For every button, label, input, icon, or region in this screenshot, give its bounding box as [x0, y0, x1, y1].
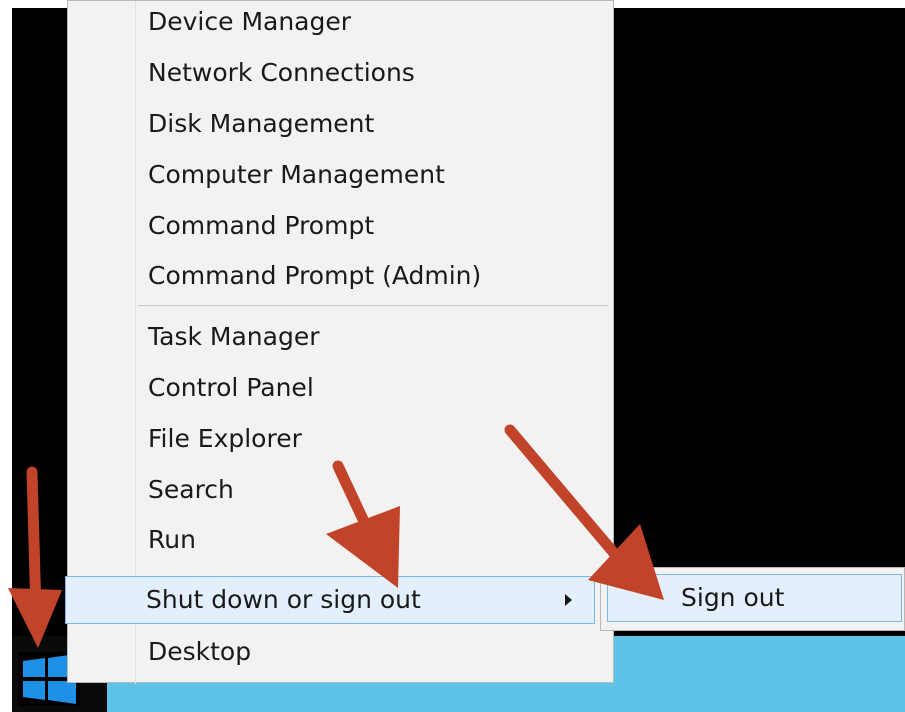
chevron-right-icon: [565, 594, 572, 606]
menu-item-computer-management[interactable]: Computer Management: [68, 151, 613, 199]
menu-item-command-prompt-admin[interactable]: Command Prompt (Admin): [68, 252, 613, 300]
submenu-item-sign-out[interactable]: Sign out: [607, 574, 902, 622]
winx-context-menu: Device Manager Network Connections Disk …: [65, 0, 614, 684]
menu-separator: [138, 305, 608, 306]
menu-item-label: Shut down or sign out: [146, 585, 421, 614]
menu-item-task-manager[interactable]: Task Manager: [68, 313, 613, 361]
menu-item-disk-management[interactable]: Disk Management: [68, 100, 613, 148]
menu-item-shut-down-or-sign-out[interactable]: Shut down or sign out: [65, 576, 595, 624]
menu-item-device-manager[interactable]: Device Manager: [68, 0, 613, 46]
shutdown-submenu: Sign out: [600, 567, 905, 631]
menu-item-search[interactable]: Search: [68, 466, 613, 514]
menu-item-network-connections[interactable]: Network Connections: [68, 49, 613, 97]
screenshot-stage: Device Manager Network Connections Disk …: [0, 0, 905, 712]
menu-item-desktop[interactable]: Desktop: [68, 628, 613, 676]
menu-item-command-prompt[interactable]: Command Prompt: [68, 202, 613, 250]
menu-item-file-explorer[interactable]: File Explorer: [68, 415, 613, 463]
menu-item-control-panel[interactable]: Control Panel: [68, 364, 613, 412]
menu-item-run[interactable]: Run: [68, 516, 613, 564]
